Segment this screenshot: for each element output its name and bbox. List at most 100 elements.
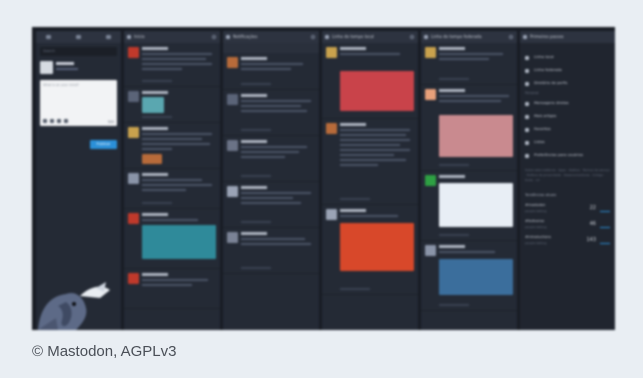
avatar[interactable] [326,209,337,220]
avatar[interactable] [227,140,238,151]
status-item[interactable] [124,169,220,209]
status-actions[interactable] [142,202,172,204]
status-item[interactable] [421,171,517,241]
avatar[interactable] [128,273,139,284]
cw-icon[interactable] [64,119,68,123]
status-item[interactable] [124,123,220,169]
column-settings-icon[interactable] [212,35,216,39]
avatar[interactable] [227,232,238,243]
menu-item-federated[interactable]: Linha federada [520,64,615,77]
publish-button[interactable]: Publicar [90,140,117,149]
menu-item-bookmarks[interactable]: Mais artigos [520,110,615,123]
avatar[interactable] [326,123,337,134]
profile-row [40,61,117,75]
column-settings-icon[interactable] [311,35,315,39]
menu-item-lists[interactable]: Listas [520,136,615,149]
status-actions[interactable] [340,198,370,200]
menu-item-preferences[interactable]: Preferências para usuários [520,149,615,162]
menu-item-favourites[interactable]: Favoritos [520,123,615,136]
menu-item-local[interactable]: Linha local [520,51,615,64]
avatar[interactable] [227,186,238,197]
avatar[interactable] [128,47,139,58]
column-header[interactable]: Início [124,31,220,43]
menu-item-directory[interactable]: Diretório de perfis [520,77,615,90]
gear-icon[interactable] [76,35,81,39]
status-item[interactable] [421,85,517,171]
status-actions[interactable] [439,164,469,166]
avatar[interactable] [128,91,139,102]
search-input[interactable]: Search [40,47,117,56]
footer-links[interactable]: Sobre esta instância · Apps · Atalhos · … [525,168,610,183]
notification-item[interactable] [223,90,319,136]
avatar[interactable] [425,175,436,186]
avatar[interactable] [40,61,53,74]
avatar[interactable] [227,94,238,105]
trend-item[interactable]: #introductions people talking 143 [525,233,610,249]
status-media[interactable] [439,259,513,295]
notification-actions[interactable] [241,129,271,131]
getting-started-column: Primeiros passos Linha local Linha feder… [520,31,615,330]
status-actions[interactable] [142,80,172,82]
globe-icon[interactable] [57,119,61,123]
notification-item[interactable] [223,182,319,228]
status-author [340,123,366,126]
status-media[interactable] [142,225,216,259]
status-item[interactable] [124,269,220,309]
status-media[interactable] [439,115,513,157]
status-item[interactable] [421,43,517,85]
avatar[interactable] [326,47,337,58]
status-actions[interactable] [439,234,469,236]
avatar[interactable] [128,213,139,224]
home-icon [127,35,131,39]
avatar[interactable] [425,245,436,256]
status-actions[interactable] [439,78,469,80]
avatar[interactable] [425,89,436,100]
status-media[interactable] [439,183,513,227]
status-author [142,127,168,130]
menu-icon[interactable] [46,35,51,39]
status-media[interactable] [340,223,414,271]
attach-icon[interactable] [43,119,47,123]
status-author [142,273,168,276]
avatar[interactable] [227,57,238,68]
notification-actions[interactable] [241,175,271,177]
column-header[interactable]: Notificações [223,31,319,43]
avatar[interactable] [128,173,139,184]
asterisk-icon [523,35,527,39]
column-settings-icon[interactable] [410,35,414,39]
status-media[interactable] [142,97,164,113]
status-actions[interactable] [340,288,370,290]
notification-item[interactable] [223,228,319,274]
notification-actions[interactable] [241,267,271,269]
notification-actions[interactable] [241,221,271,223]
column-header[interactable]: Linha do tempo local [322,31,418,43]
trend-stats: people talking [525,209,547,213]
status-item[interactable] [322,119,418,205]
status-item[interactable] [124,87,220,123]
avatar[interactable] [128,127,139,138]
logout-icon[interactable] [106,35,111,39]
poll-icon[interactable] [50,119,54,123]
menu-item-direct[interactable]: Mensagens diretas [520,97,615,110]
notification-actions[interactable] [241,83,271,85]
status-item[interactable] [322,205,418,295]
trend-item[interactable]: #fediverse people talking 46 [525,217,610,233]
avatar[interactable] [425,47,436,58]
status-text [439,53,503,55]
status-media[interactable] [340,71,414,111]
status-item[interactable] [322,43,418,119]
status-item[interactable] [124,43,220,87]
status-actions[interactable] [439,304,469,306]
compose-textarea[interactable]: What is on your mind? 500 [40,80,117,126]
status-item[interactable] [124,209,220,269]
column-settings-icon[interactable] [509,35,513,39]
notification-item[interactable] [223,53,319,90]
status-actions[interactable] [142,116,172,118]
column-header[interactable]: Linha do tempo federada [421,31,517,43]
column-title: Notificações [233,34,258,39]
status-media[interactable] [142,154,162,164]
notification-item[interactable] [223,136,319,182]
status-item[interactable] [421,241,517,311]
trend-item[interactable]: #mastodon people talking 22 [525,201,610,217]
notification-filter-bar[interactable] [223,43,319,53]
